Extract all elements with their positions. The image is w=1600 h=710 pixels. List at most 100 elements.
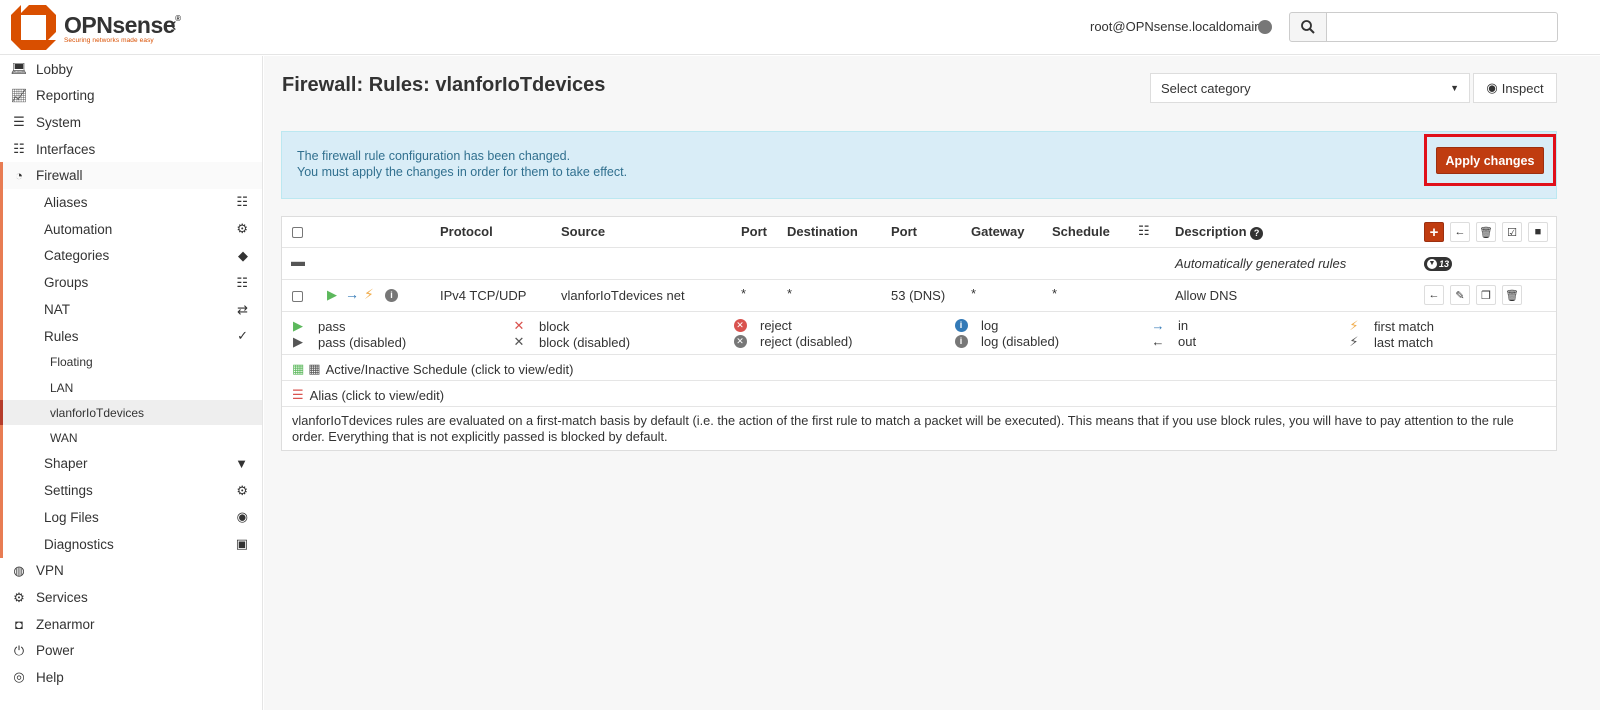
sidebar-item-zenarmor[interactable]: ◘ Zenarmor [0, 611, 262, 638]
rule-destination-port: 53 (DNS) [891, 288, 946, 303]
legend-reject-disabled: ✕ reject (disabled) [732, 334, 853, 349]
laptop-icon: 💻︎ [10, 61, 28, 77]
sidebar-item-floating[interactable]: Floating [0, 349, 262, 375]
sidebar-item-lan[interactable]: LAN [0, 374, 262, 401]
apply-changes-button[interactable]: Apply changes [1436, 147, 1544, 174]
sidebar-item-services[interactable]: ⚙ Services [0, 584, 262, 611]
tags-icon: ◆ [238, 247, 248, 263]
sidebar-item-rules[interactable]: Rules ✓ [0, 322, 262, 350]
legend-alias: ☰ Alias (click to view/edit) [292, 387, 445, 403]
delete-selected-button[interactable]: 🗑︎ [1476, 222, 1496, 242]
auto-rules-row: ▬ Automatically generated rules ▼ 13 [282, 248, 1556, 280]
schedule-legend-row: ▦ ▦ Active/Inactive Schedule (click to v… [282, 355, 1556, 381]
globe-icon: ◍ [13, 562, 25, 578]
sidebar-item-diagnostics[interactable]: Diagnostics ▣ [0, 530, 262, 558]
rule-schedule: * [1052, 286, 1058, 301]
help-icon[interactable]: ? [1250, 227, 1264, 240]
cogs-icon: ⚙ [236, 482, 248, 498]
sidebar-item-categories[interactable]: Categories ◆ [0, 242, 262, 270]
list-icon: ☷ [236, 194, 248, 210]
select-all-checkbox[interactable] [292, 227, 303, 238]
sidebar-item-firewall[interactable]: ◔ Firewall [0, 162, 262, 189]
sitemap-icon: ☷ [236, 274, 248, 290]
sidebar-item-wan[interactable]: WAN [0, 425, 262, 451]
search-button[interactable] [1289, 12, 1327, 42]
log-disabled-icon[interactable]: i [385, 289, 398, 302]
header-source: Source [561, 224, 606, 239]
move-before-button[interactable]: ← [1424, 285, 1444, 305]
clone-rule-button[interactable]: ❐ [1476, 285, 1496, 305]
add-rule-button[interactable]: + [1424, 222, 1444, 242]
top-bar: OPNsense® Securing networks made easy ‹ … [0, 0, 1600, 55]
filter-icon: ▼ [235, 456, 248, 472]
sidebar-item-nat[interactable]: NAT ⇄ [0, 296, 262, 323]
sidebar-item-reporting[interactable]: 📈︎ Reporting [0, 83, 262, 110]
legend-schedule: ▦ ▦ Active/Inactive Schedule (click to v… [292, 361, 574, 377]
alert-line-2: You must apply the changes in order for … [297, 165, 628, 179]
fire-icon: ◔ [15, 168, 23, 184]
disable-selected-button[interactable]: ■ [1528, 222, 1548, 242]
inspect-button[interactable]: ◉ Inspect [1473, 73, 1557, 103]
first-match-icon: ⚡︎ [364, 286, 374, 302]
medkit-icon: ▣ [235, 536, 248, 552]
opnsense-logo-icon[interactable] [11, 5, 56, 50]
delete-rule-button[interactable]: 🗑︎ [1502, 285, 1522, 305]
sidebar-item-settings[interactable]: Settings ⚙ [0, 477, 262, 505]
exchange-icon: ⇄ [237, 301, 248, 317]
eye-icon: ◉ [1486, 80, 1498, 95]
rule-description: Allow DNS [1175, 288, 1238, 303]
note-row: vlanforIoTdevices rules are evaluated on… [282, 407, 1556, 451]
chevron-down-icon: ▼ [1427, 259, 1437, 269]
sidebar-item-vpn[interactable]: ◍ VPN [0, 558, 262, 585]
collapse-sidebar-icon[interactable]: ‹ [170, 14, 177, 37]
search-input[interactable] [1326, 12, 1558, 42]
sidebar-item-vlanforiotdevices[interactable]: vlanforIoTdevices [0, 400, 262, 426]
pass-icon[interactable]: ▶ [327, 287, 337, 303]
reject-disabled-icon: ✕ [732, 335, 748, 348]
sidebar-item-system[interactable]: ☰ System [0, 109, 262, 136]
rule-checkbox[interactable] [292, 291, 303, 302]
rule-source-port: * [741, 286, 747, 301]
log-disabled-icon: i [953, 335, 969, 348]
alert-line-1: The firewall rule configuration has been… [297, 149, 571, 163]
legend-reject: ✕ reject [732, 318, 792, 333]
sidebar-item-aliases[interactable]: Aliases ☷ [0, 188, 262, 216]
legend-block-disabled: ✕ block (disabled) [511, 334, 631, 350]
status-indicator-icon[interactable] [1258, 20, 1272, 34]
sidebar-item-lobby[interactable]: 💻︎ Lobby [0, 56, 262, 83]
enable-selected-button[interactable]: ☑ [1502, 222, 1522, 242]
reject-icon: ✕ [732, 319, 748, 332]
life-ring-icon: ◎ [13, 669, 25, 685]
brand-name[interactable]: OPNsense® [64, 12, 181, 39]
calendar-active-icon: ▦ [292, 361, 305, 376]
legend-in: → in [1151, 318, 1189, 333]
page-title: Firewall: Rules: vlanforIoTdevices [282, 74, 606, 96]
sidebar-item-groups[interactable]: Groups ☷ [0, 269, 262, 297]
sidebar-item-shaper[interactable]: Shaper ▼ [0, 450, 262, 478]
pass-icon: ▶ [293, 318, 303, 333]
header-protocol: Protocol [440, 224, 493, 239]
auto-rules-toggle[interactable]: ▼ 13 [1424, 257, 1453, 271]
move-rule-button[interactable]: ← [1450, 222, 1470, 242]
sidebar-item-log-files[interactable]: Log Files ◉ [0, 504, 262, 531]
block-icon: ✕ [513, 318, 525, 333]
sidebar-item-automation[interactable]: Automation ⚙ [0, 215, 262, 243]
edit-rule-button[interactable]: ✎ [1450, 285, 1470, 305]
block-disabled-icon: ✕ [513, 334, 525, 349]
rule-source: vlanforIoTdevices net [561, 288, 685, 303]
rule-protocol: IPv4 TCP/UDP [440, 288, 527, 303]
auto-rules-description: Automatically generated rules [1175, 256, 1347, 271]
folder-icon[interactable]: ▬ [291, 253, 305, 269]
rule-gateway: * [971, 286, 977, 301]
sidebar-item-help[interactable]: ◎ Help [0, 664, 262, 691]
last-match-icon: ⚡︎ [1349, 334, 1359, 349]
category-select[interactable]: Select category ▼ [1150, 73, 1470, 103]
legend-out: ← out [1151, 334, 1197, 349]
sidebar-item-power[interactable]: ⏻ Power [0, 637, 262, 664]
header-description: Description ? [1175, 224, 1264, 240]
sidebar-item-interfaces[interactable]: ☷ Interfaces [0, 136, 262, 163]
header-destination: Destination [787, 224, 858, 239]
gear-icon: ⚙ [236, 221, 248, 237]
table-row: ▶ → ⚡︎ i IPv4 TCP/UDP vlanforIoTdevices … [282, 280, 1556, 312]
pass-disabled-icon: ▶ [293, 334, 303, 349]
